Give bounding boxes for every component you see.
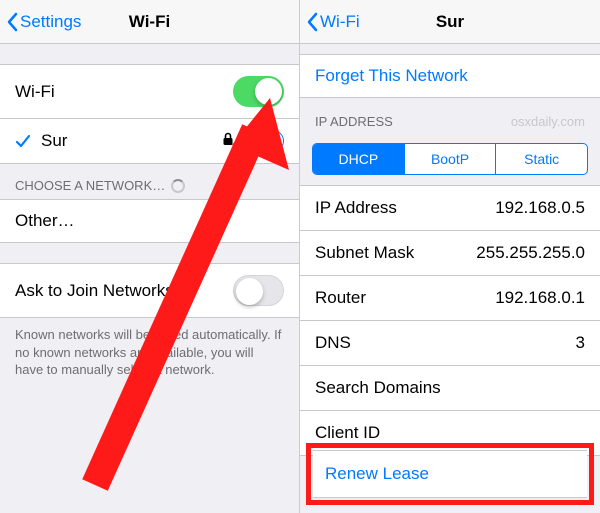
back-button-wifi[interactable]: Wi-Fi (300, 12, 360, 32)
search-domains-label: Search Domains (315, 378, 441, 398)
back-button-settings[interactable]: Settings (0, 12, 81, 32)
info-icon[interactable]: i (262, 130, 284, 152)
wifi-switch[interactable] (233, 76, 284, 107)
router-row: Router 192.168.0.1 (300, 276, 600, 321)
connected-network-row[interactable]: Sur i (0, 119, 299, 164)
seg-static[interactable]: Static (496, 144, 587, 174)
spinner-icon (171, 179, 185, 193)
ip-address-row: IP Address 192.168.0.5 (300, 185, 600, 231)
seg-dhcp[interactable]: DHCP (313, 144, 405, 174)
wifi-settings-pane: Settings Wi-Fi Wi-Fi Sur i (0, 0, 300, 513)
navbar-right: Wi-Fi Sur (300, 0, 600, 44)
dns-row[interactable]: DNS 3 (300, 321, 600, 366)
other-label: Other… (15, 211, 284, 231)
ip-address-header: IP ADDRESS osxdaily.com (300, 98, 600, 133)
navbar-left: Settings Wi-Fi (0, 0, 299, 44)
watermark-text: osxdaily.com (511, 114, 585, 129)
chevron-left-icon (6, 12, 18, 32)
ip-address-label: IP Address (315, 198, 397, 218)
router-value: 192.168.0.1 (495, 288, 585, 308)
ask-to-join-switch[interactable] (233, 275, 284, 306)
renew-lease-highlight: Renew Lease (306, 443, 594, 505)
ip-address-value: 192.168.0.5 (495, 198, 585, 218)
ask-to-join-footer: Known networks will be joined automatica… (0, 318, 299, 385)
lock-icon (222, 131, 234, 151)
search-domains-row[interactable]: Search Domains (300, 366, 600, 411)
network-detail-pane: Wi-Fi Sur Forget This Network IP ADDRESS… (300, 0, 600, 513)
connected-network-name: Sur (41, 131, 222, 151)
seg-bootp[interactable]: BootP (405, 144, 497, 174)
other-network-row[interactable]: Other… (0, 199, 299, 243)
back-label: Settings (20, 12, 81, 32)
subnet-mask-label: Subnet Mask (315, 243, 414, 263)
wifi-toggle-label: Wi-Fi (15, 82, 233, 102)
client-id-label: Client ID (315, 423, 380, 443)
router-label: Router (315, 288, 366, 308)
ask-to-join-label: Ask to Join Networks (15, 281, 233, 301)
renew-lease-button[interactable]: Renew Lease (313, 450, 587, 498)
forget-network-label: Forget This Network (315, 66, 468, 86)
wifi-toggle-row: Wi-Fi (0, 64, 299, 119)
forget-network-button[interactable]: Forget This Network (300, 54, 600, 98)
back-label: Wi-Fi (320, 12, 360, 32)
renew-lease-label: Renew Lease (325, 464, 429, 483)
wifi-signal-icon (240, 131, 256, 151)
subnet-mask-row: Subnet Mask 255.255.255.0 (300, 231, 600, 276)
ask-to-join-row: Ask to Join Networks (0, 263, 299, 318)
checkmark-icon (15, 133, 33, 149)
choose-network-header: CHOOSE A NETWORK… (0, 164, 299, 199)
ip-mode-segmented[interactable]: DHCP BootP Static (312, 143, 588, 175)
dns-value: 3 (576, 333, 585, 353)
chevron-left-icon (306, 12, 318, 32)
subnet-mask-value: 255.255.255.0 (476, 243, 585, 263)
dns-label: DNS (315, 333, 351, 353)
